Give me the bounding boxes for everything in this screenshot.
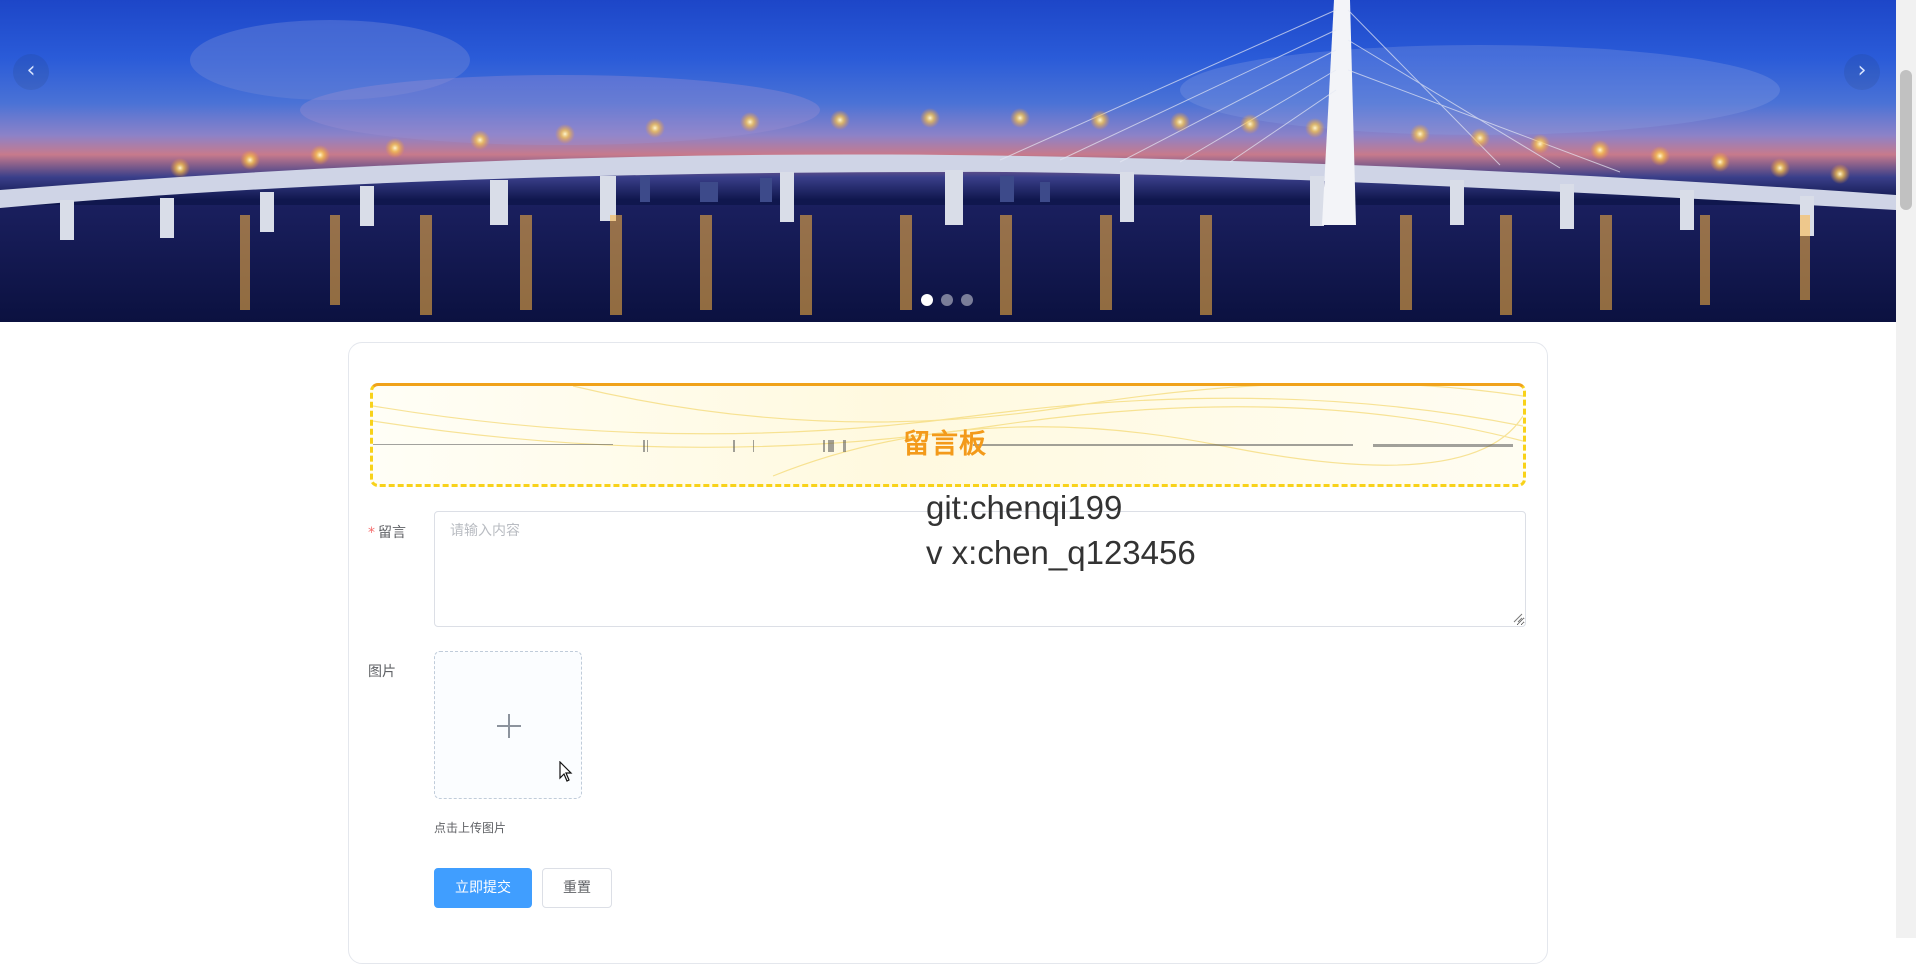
- mouse-cursor-icon: [559, 761, 573, 782]
- carousel-indicator-3[interactable]: [961, 294, 973, 306]
- bridge-night-image: [0, 0, 1896, 322]
- required-mark: *: [368, 525, 375, 541]
- page-scrollbar[interactable]: [1896, 0, 1916, 938]
- message-textarea[interactable]: [434, 511, 1526, 627]
- board-title: 留言板: [903, 429, 987, 460]
- banner-carousel: ‹ ›: [0, 0, 1896, 322]
- message-board-header: 留言板: [370, 383, 1526, 487]
- resize-handle-icon[interactable]: [1513, 613, 1523, 623]
- message-label-text: 留言: [378, 525, 406, 541]
- carousel-next-arrow[interactable]: ›: [1844, 54, 1880, 90]
- image-label: 图片: [368, 664, 396, 680]
- carousel-indicator-1[interactable]: [921, 294, 933, 306]
- carousel-indicators: [921, 294, 973, 306]
- submit-button[interactable]: 立即提交: [434, 868, 532, 908]
- plus-icon: [497, 714, 521, 738]
- upload-tip: 点击上传图片: [434, 821, 507, 835]
- scrollbar-thumb[interactable]: [1900, 70, 1912, 210]
- reset-button[interactable]: 重置: [542, 868, 612, 908]
- message-label: * 留言: [368, 522, 406, 542]
- carousel-prev-arrow[interactable]: ‹: [13, 54, 49, 90]
- carousel-indicator-2[interactable]: [941, 294, 953, 306]
